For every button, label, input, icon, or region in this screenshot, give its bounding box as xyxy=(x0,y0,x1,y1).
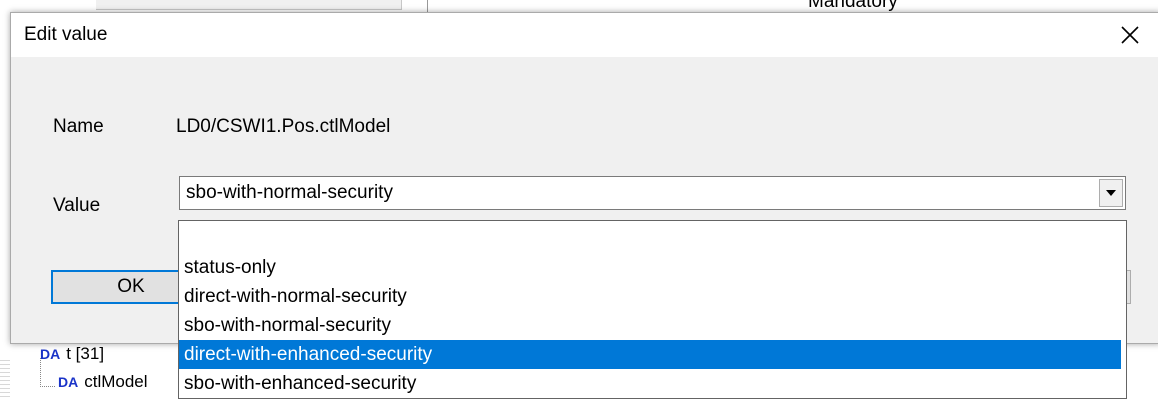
tree-item-label: ctlModel xyxy=(84,372,148,391)
value-combobox[interactable]: sbo-with-normal-security xyxy=(179,176,1126,210)
tree-item-label: t [31] xyxy=(66,344,105,363)
value-combobox-selected: sbo-with-normal-security xyxy=(186,182,393,203)
tree-item[interactable]: DA t [31] xyxy=(40,344,104,364)
dropdown-option[interactable]: direct-with-normal-security xyxy=(179,282,1126,311)
dropdown-option[interactable]: status-only xyxy=(179,253,1126,282)
tree-item-tag: DA xyxy=(40,346,61,362)
name-label: Name xyxy=(53,116,104,137)
tree-item[interactable]: DA ctlModel xyxy=(58,372,148,392)
combobox-dropdown-button[interactable] xyxy=(1099,179,1123,207)
value-label: Value xyxy=(53,195,101,216)
dropdown-option[interactable]: sbo-with-normal-security xyxy=(179,311,1126,340)
background-tab xyxy=(96,0,402,10)
tree-item-tag: DA xyxy=(58,374,79,390)
dropdown-option[interactable]: sbo-with-enhanced-security xyxy=(179,369,1126,398)
dialog-titlebar[interactable]: Edit value xyxy=(11,13,1158,57)
dropdown-option-highlighted[interactable]: direct-with-enhanced-security xyxy=(179,340,1121,369)
close-icon xyxy=(1121,26,1139,44)
name-value: LD0/CSWI1.Pos.ctlModel xyxy=(176,116,391,137)
chevron-down-icon xyxy=(1106,190,1116,196)
value-dropdown-list[interactable]: status-only direct-with-normal-security … xyxy=(178,220,1127,399)
close-button[interactable] xyxy=(1108,15,1152,55)
background-splitter xyxy=(0,360,10,399)
dialog-title: Edit value xyxy=(24,24,108,45)
dropdown-option-empty[interactable] xyxy=(179,224,1126,253)
